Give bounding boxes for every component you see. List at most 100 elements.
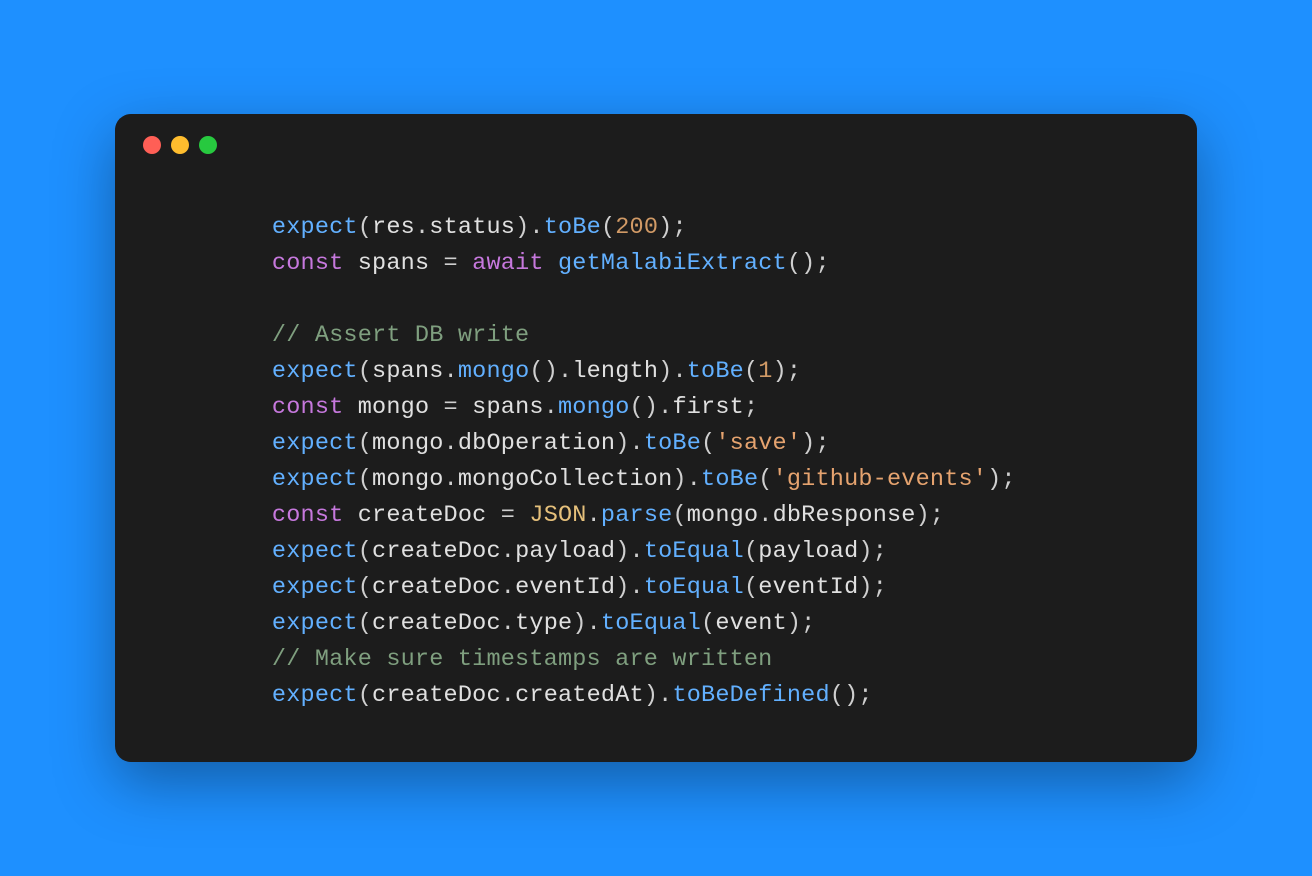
code-token: ). — [658, 358, 687, 385]
code-token: ); — [658, 214, 687, 241]
code-token: toEqual — [644, 574, 744, 601]
code-token: spans — [372, 358, 444, 385]
code-token: . — [587, 502, 601, 529]
code-token: ); — [916, 502, 945, 529]
code-token: ( — [744, 358, 758, 385]
code-token: parse — [601, 502, 673, 529]
code-token: length — [572, 358, 658, 385]
code-token: . — [444, 466, 458, 493]
code-token: . — [415, 214, 429, 241]
code-line: // Make sure timestamps are written — [145, 642, 1167, 678]
code-token: dbOperation — [458, 430, 615, 457]
code-token: eventId — [515, 574, 615, 601]
code-token: getMalabiExtract — [558, 250, 787, 277]
code-token: ). — [515, 214, 544, 241]
code-line: const mongo = spans.mongo().first; — [145, 390, 1167, 426]
code-token: . — [444, 430, 458, 457]
code-line: expect(createDoc.type).toEqual(event); — [145, 606, 1167, 642]
code-token: payload — [758, 538, 858, 565]
code-token: createdAt — [515, 682, 644, 709]
minimize-icon[interactable] — [171, 136, 189, 154]
code-token: toBe — [644, 430, 701, 457]
code-token: ); — [858, 574, 887, 601]
code-token: ). — [615, 574, 644, 601]
code-token: ). — [672, 466, 701, 493]
code-token: ( — [358, 466, 372, 493]
code-token: mongo — [687, 502, 759, 529]
code-token — [343, 250, 357, 277]
code-token: ( — [744, 574, 758, 601]
code-token: ( — [744, 538, 758, 565]
code-token: createDoc — [372, 574, 501, 601]
code-token: expect — [272, 358, 358, 385]
code-token: first — [672, 394, 744, 421]
window-titlebar — [115, 114, 1197, 154]
code-token: ( — [672, 502, 686, 529]
code-token: 200 — [615, 214, 658, 241]
code-token: 'github-events' — [773, 466, 988, 493]
code-line: const createDoc = JSON.parse(mongo.dbRes… — [145, 498, 1167, 534]
code-token: 'save' — [715, 430, 801, 457]
code-token — [343, 394, 357, 421]
code-token: toEqual — [601, 610, 701, 637]
code-token: ). — [615, 538, 644, 565]
code-token: createDoc — [372, 538, 501, 565]
code-token: ); — [787, 610, 816, 637]
code-token: . — [501, 682, 515, 709]
code-token: (); — [787, 250, 830, 277]
code-token: const — [272, 394, 344, 421]
code-token: ( — [358, 430, 372, 457]
code-token: toEqual — [644, 538, 744, 565]
code-token: mongo — [358, 394, 430, 421]
code-token: ( — [358, 214, 372, 241]
code-token: (). — [529, 358, 572, 385]
code-token: type — [515, 610, 572, 637]
code-token: ); — [801, 430, 830, 457]
code-token: ( — [358, 538, 372, 565]
code-token: ( — [358, 610, 372, 637]
code-token — [544, 250, 558, 277]
code-token: ( — [701, 610, 715, 637]
code-line: expect(spans.mongo().length).toBe(1); — [145, 354, 1167, 390]
code-token: ); — [858, 538, 887, 565]
code-token: expect — [272, 574, 358, 601]
code-token: // Make sure timestamps are written — [272, 646, 773, 673]
code-token: ); — [773, 358, 802, 385]
code-token: toBe — [544, 214, 601, 241]
code-token: . — [444, 358, 458, 385]
code-line: expect(createDoc.createdAt).toBeDefined(… — [145, 678, 1167, 714]
code-line — [145, 282, 1167, 318]
code-token: await — [472, 250, 544, 277]
code-token — [343, 502, 357, 529]
code-token: mongo — [458, 358, 530, 385]
code-token: mongo — [372, 466, 444, 493]
code-token: createDoc — [372, 682, 501, 709]
code-token: ( — [358, 682, 372, 709]
code-token: const — [272, 502, 344, 529]
code-token: ( — [701, 430, 715, 457]
code-token: . — [501, 610, 515, 637]
code-token: = — [429, 394, 472, 421]
code-line: expect(mongo.mongoCollection).toBe('gith… — [145, 462, 1167, 498]
code-token: ; — [744, 394, 758, 421]
code-line: expect(createDoc.payload).toEqual(payloa… — [145, 534, 1167, 570]
code-token: payload — [515, 538, 615, 565]
code-token: toBeDefined — [672, 682, 829, 709]
code-token: status — [429, 214, 515, 241]
code-token: (); — [830, 682, 873, 709]
code-token: expect — [272, 610, 358, 637]
code-token: ). — [572, 610, 601, 637]
maximize-icon[interactable] — [199, 136, 217, 154]
code-token: . — [501, 574, 515, 601]
code-token: spans — [358, 250, 430, 277]
code-token: ). — [644, 682, 673, 709]
code-window: expect(res.status).toBe(200);const spans… — [115, 114, 1197, 762]
code-token: = — [429, 250, 472, 277]
code-line: const spans = await getMalabiExtract(); — [145, 246, 1167, 282]
code-token: expect — [272, 430, 358, 457]
code-token: spans — [472, 394, 544, 421]
code-token: toBe — [687, 358, 744, 385]
code-token: mongo — [372, 430, 444, 457]
code-line: expect(res.status).toBe(200); — [145, 210, 1167, 246]
close-icon[interactable] — [143, 136, 161, 154]
